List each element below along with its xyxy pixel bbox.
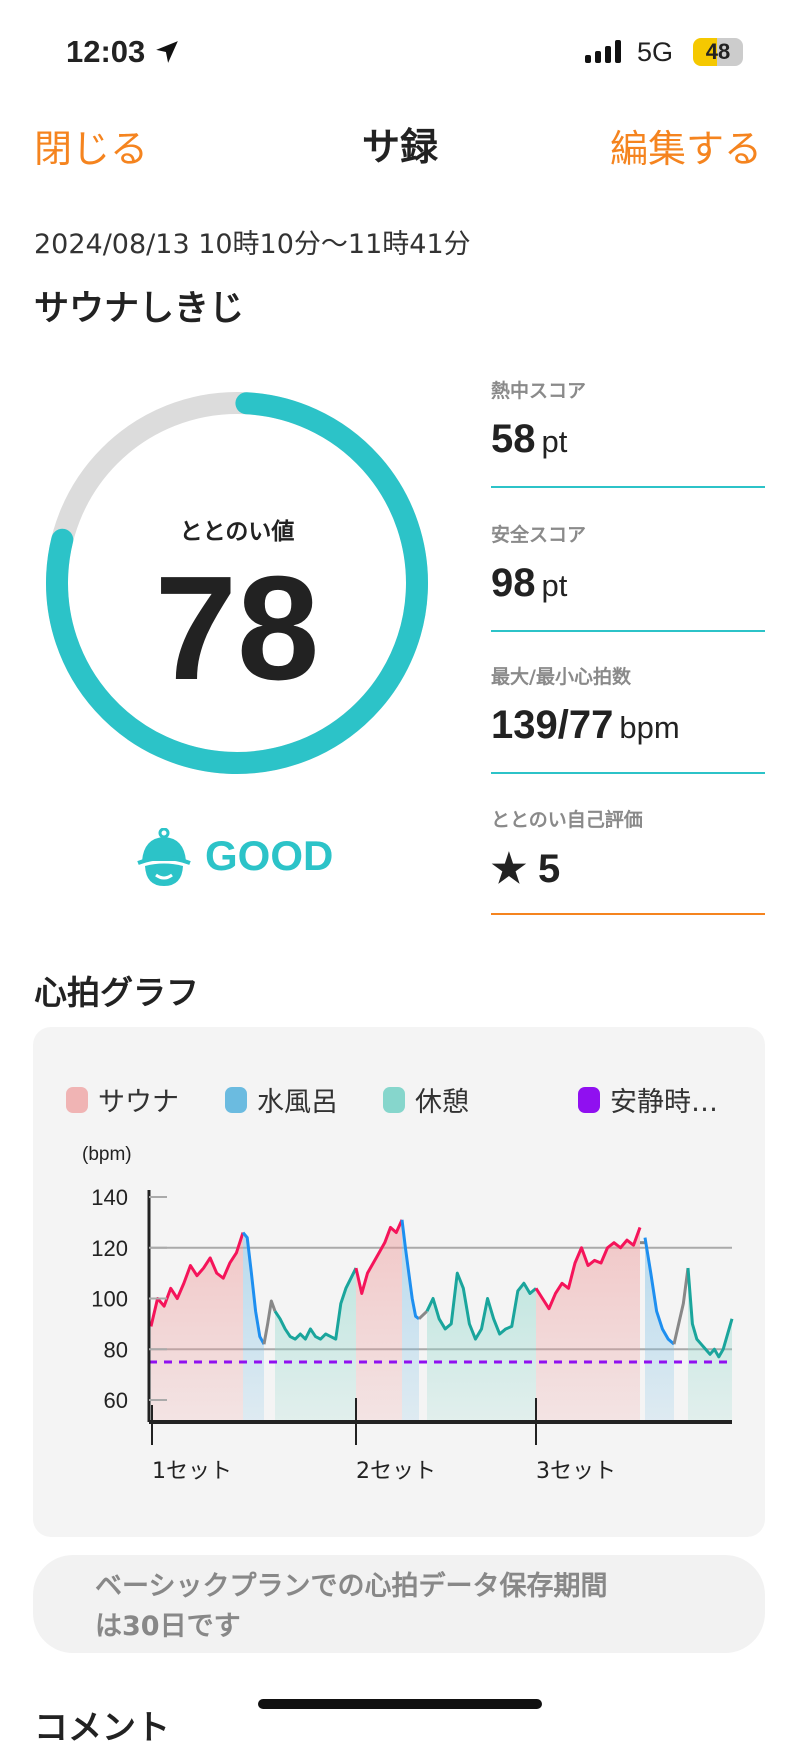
y-tick-label: 120	[91, 1236, 128, 1261]
comment-title: コメント	[34, 1708, 170, 1748]
y-tick-label: 80	[104, 1337, 128, 1362]
area-sauna	[536, 1227, 640, 1422]
notice-line: は30日です	[95, 1611, 241, 1642]
hr-line-gap	[262, 1299, 277, 1345]
y-tick-label: 100	[91, 1287, 128, 1312]
x-tick-label: 1セット	[152, 1459, 232, 1484]
hr-line-gap	[672, 1267, 690, 1345]
area-rest	[427, 1273, 536, 1422]
home-indicator[interactable]	[258, 1699, 542, 1709]
hr-line-gap	[417, 1310, 429, 1320]
y-axis-label: (bpm)	[82, 1144, 132, 1165]
area-sauna	[151, 1232, 243, 1422]
x-tick-label: 2セット	[356, 1459, 436, 1484]
y-tick-label: 140	[91, 1185, 128, 1210]
area-cold	[243, 1232, 264, 1422]
plan-notice: ベーシックプランでの心拍データ保存期間 は30日です	[33, 1555, 765, 1653]
x-tick-label: 3セット	[536, 1459, 616, 1484]
notice-line: ベーシックプランでの心拍データ保存期間	[95, 1571, 608, 1602]
heart-rate-chart: (bpm) 140 120 100 80 60 1セット 2セット 3セット	[82, 1144, 734, 1484]
y-tick-label: 60	[104, 1388, 128, 1413]
